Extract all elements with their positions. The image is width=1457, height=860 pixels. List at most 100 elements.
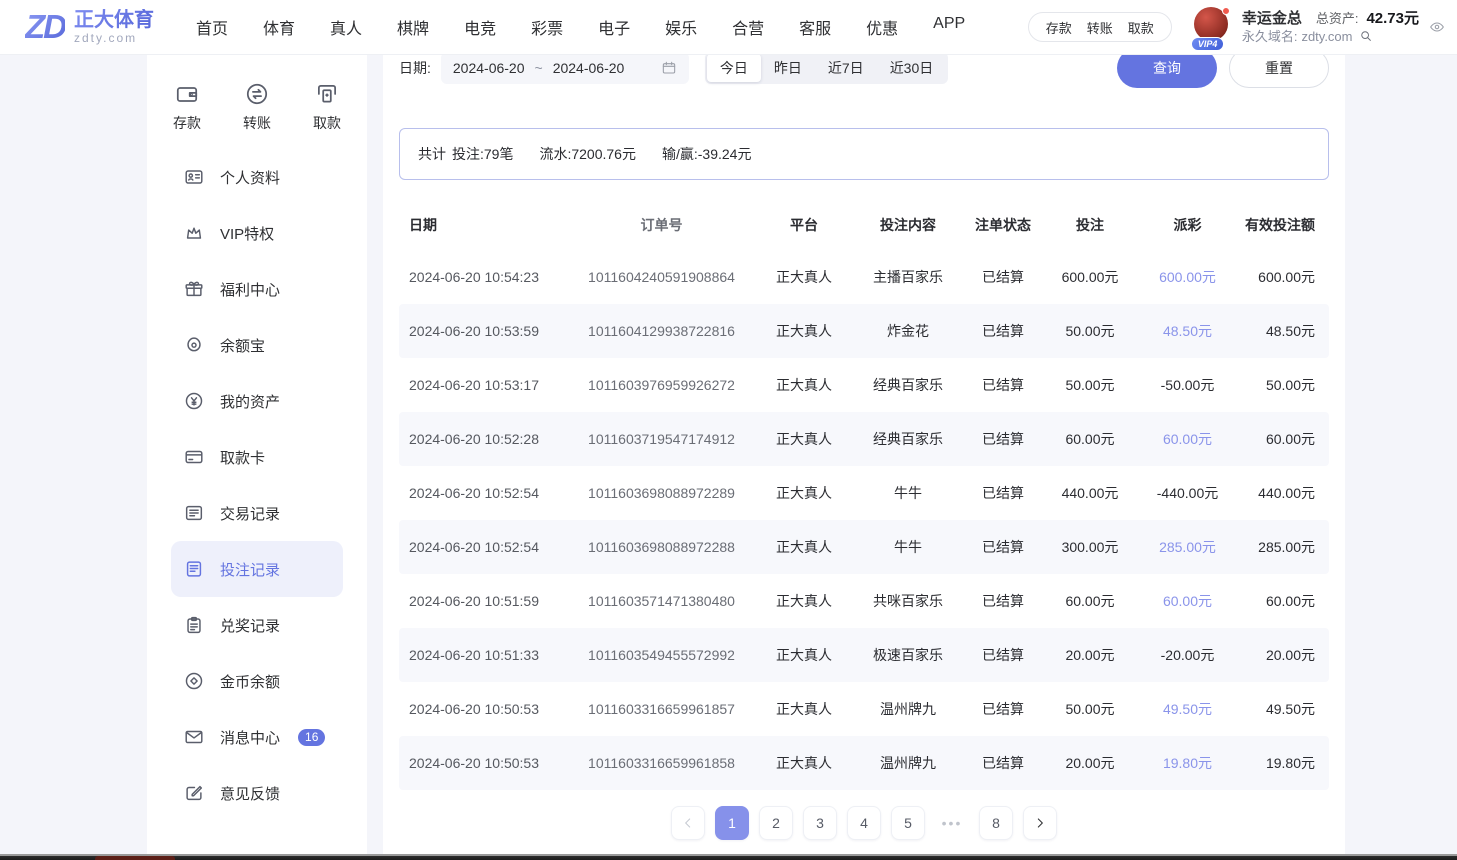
cell-valid: 60.00元 [1239,591,1329,611]
cell-bet: 50.00元 [1044,375,1136,395]
reset-button[interactable]: 重置 [1229,55,1329,88]
date-range-input[interactable]: 2024-06-20 ~ 2024-06-20 [441,55,689,84]
summary-prefix: 共计 [418,144,446,164]
cell-bet: 60.00元 [1044,591,1136,611]
sidebar-item-profile[interactable]: 个人资料 [171,149,343,205]
nav-item-12[interactable]: APP [933,15,965,39]
sidebar-item-prize-records[interactable]: 兑奖记录 [171,597,343,653]
page-ellipsis: ••• [935,806,969,840]
nav-item-5[interactable]: 电竞 [464,15,496,39]
nav-item-6[interactable]: 彩票 [531,15,563,39]
table-body: 2024-06-20 10:54:231011604240591908864正大… [399,250,1329,790]
assets-value: 42.73元 [1366,10,1419,27]
cell-content: 炸金花 [854,321,962,341]
nav-item-7[interactable]: 电子 [598,15,630,39]
calendar-icon[interactable] [661,60,677,76]
bank-card-icon [183,446,205,468]
user-info: 幸运金总 总资产: 42.73元 永久域名: zdty.com [1242,10,1419,45]
cell-valid: 48.50元 [1239,321,1329,341]
pagination: 12345 ••• 8 [383,806,1345,840]
quick-action-deposit[interactable]: 存款 [173,81,201,133]
user-area[interactable]: VIP4 幸运金总 总资产: 42.73元 永久域名: zdty.com [1194,7,1445,47]
sidebar-item-label: 交易记录 [220,503,280,524]
sidebar-item-transactions[interactable]: 交易记录 [171,485,343,541]
logo-mark: ZD [25,8,65,46]
deposit-icon [174,81,200,107]
chevron-right-icon [1032,815,1048,831]
cell-payout: 19.80元 [1136,753,1239,773]
cell-payout: 60.00元 [1136,429,1239,449]
sidebar-item-bank-card[interactable]: 取款卡 [171,429,343,485]
nav-item-1[interactable]: 首页 [196,15,228,39]
nav-item-10[interactable]: 客服 [799,15,831,39]
range-chip-4[interactable]: 近30日 [877,55,947,82]
cell-order: 1011603976959926272 [569,377,754,393]
wallet-action-2[interactable]: 转账 [1087,18,1113,37]
cell-valid: 50.00元 [1239,375,1329,395]
quick-action-transfer[interactable]: 转账 [243,81,271,133]
cell-payout: -440.00元 [1136,483,1239,503]
range-chip-1[interactable]: 今日 [707,55,761,82]
bet-records-table: 日期订单号平台投注内容注单状态投注派彩有效投注额 2024-06-20 10:5… [399,200,1329,790]
nav-item-9[interactable]: 合营 [732,15,764,39]
cell-status: 已结算 [962,267,1044,287]
nav-item-4[interactable]: 棋牌 [397,15,429,39]
search-button[interactable]: 查询 [1117,55,1217,88]
sidebar-item-label: 取款卡 [220,447,265,468]
wallet-action-1[interactable]: 存款 [1046,18,1072,37]
sidebar-item-feedback[interactable]: 意见反馈 [171,765,343,821]
range-chip-2[interactable]: 昨日 [761,55,815,82]
cell-status: 已结算 [962,321,1044,341]
cell-content: 温州牌九 [854,699,962,719]
avatar-wrap[interactable]: VIP4 [1194,7,1230,47]
sidebar-item-assets[interactable]: 我的资产 [171,373,343,429]
range-chip-3[interactable]: 近7日 [815,55,877,82]
cell-date: 2024-06-20 10:52:54 [399,485,569,501]
sidebar-item-message[interactable]: 消息中心16 [171,709,343,765]
page-button-1[interactable]: 1 [715,806,749,840]
profile-icon [183,166,205,188]
cell-bet: 60.00元 [1044,429,1136,449]
page-button-4[interactable]: 4 [847,806,881,840]
cell-order: 1011603719547174912 [569,431,754,447]
page-button-8[interactable]: 8 [979,806,1013,840]
summary-box: 共计 投注:79笔 流水:7200.76元 输/赢:-39.24元 [399,128,1329,180]
cell-order: 1011603316659961857 [569,701,754,717]
table-row: 2024-06-20 10:50:531011603316659961857正大… [399,682,1329,736]
page-button-3[interactable]: 3 [803,806,837,840]
sidebar: 存款转账取款 个人资料VIP特权福利中心余额宝我的资产取款卡交易记录投注记录兑奖… [147,55,367,860]
page-next-button[interactable] [1023,806,1057,840]
sidebar-item-label: 兑奖记录 [220,615,280,636]
logo-title: 正大体育 [74,9,154,31]
nav-item-8[interactable]: 娱乐 [665,15,697,39]
page-button-5[interactable]: 5 [891,806,925,840]
cell-bet: 440.00元 [1044,483,1136,503]
cell-status: 已结算 [962,375,1044,395]
quick-action-withdraw[interactable]: 取款 [313,81,341,133]
sidebar-item-vip[interactable]: VIP特权 [171,205,343,261]
cell-status: 已结算 [962,429,1044,449]
table-row: 2024-06-20 10:51:331011603549455572992正大… [399,628,1329,682]
eye-icon[interactable] [1429,19,1445,35]
logo-domain: zdty.com [74,31,154,45]
cell-platform: 正大真人 [754,321,854,341]
sidebar-item-gold-balance[interactable]: 金币余额 [171,653,343,709]
sidebar-menu: 个人资料VIP特权福利中心余额宝我的资产取款卡交易记录投注记录兑奖记录金币余额消… [147,149,367,821]
page-prev-button[interactable] [671,806,705,840]
site-logo[interactable]: ZD 正大体育 zdty.com [25,8,154,46]
cell-payout: 285.00元 [1136,537,1239,557]
nav-item-3[interactable]: 真人 [330,15,362,39]
sidebar-item-label: 消息中心 [220,727,280,748]
sidebar-item-yuebao[interactable]: 余额宝 [171,317,343,373]
cell-content: 共咪百家乐 [854,591,962,611]
search-icon[interactable] [1359,29,1373,43]
nav-item-2[interactable]: 体育 [263,15,295,39]
summary-turnover: 流水:7200.76元 [539,144,636,164]
cell-platform: 正大真人 [754,375,854,395]
nav-item-11[interactable]: 优惠 [866,15,898,39]
sidebar-item-welfare[interactable]: 福利中心 [171,261,343,317]
sidebar-item-bet-records[interactable]: 投注记录 [171,541,343,597]
wallet-action-3[interactable]: 取款 [1128,18,1154,37]
page-button-2[interactable]: 2 [759,806,793,840]
col-header-6: 投注 [1044,215,1136,235]
